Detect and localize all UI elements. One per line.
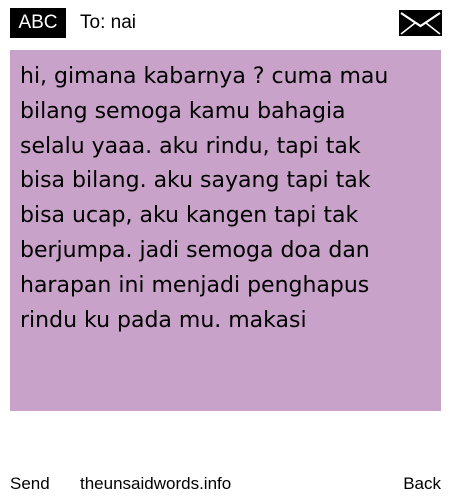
envelope-icon <box>399 10 442 36</box>
message-header: ABC To: nai <box>0 0 450 44</box>
back-button[interactable]: Back <box>403 470 441 498</box>
recipient-field[interactable]: To: nai <box>80 11 136 35</box>
message-text: hi, gimana kabarnya ? cuma mau bilang se… <box>20 64 389 333</box>
send-button[interactable]: Send <box>10 470 50 498</box>
site-link[interactable]: theunsaidwords.info <box>80 470 231 498</box>
message-body[interactable]: hi, gimana kabarnya ? cuma mau bilang se… <box>10 50 441 411</box>
input-mode-badge[interactable]: ABC <box>10 8 66 38</box>
softkey-bar: Send theunsaidwords.info Back <box>0 470 450 498</box>
